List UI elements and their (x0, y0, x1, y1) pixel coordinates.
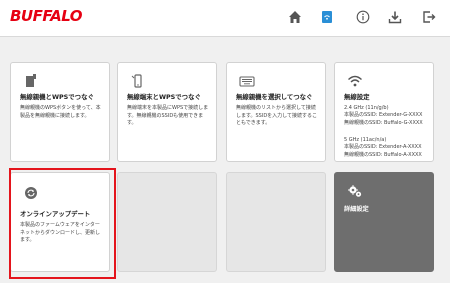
tile-empty (117, 172, 217, 272)
tile-select-ap[interactable]: 無線親機を選択してつなぐ 無線親機のリストから選択して接続します。SSIDを入力… (226, 62, 326, 162)
selection-highlight (9, 168, 116, 279)
download-icon[interactable] (387, 8, 403, 26)
home-icon[interactable] (287, 8, 303, 26)
tile-empty (226, 172, 326, 272)
tile-description: 無線親機のWPSボタンを使って、本製品を無線親機に接続します。 (20, 105, 101, 119)
band-24-parent-ssid: 無線親機のSSID: Buffalo-G-XXXX (344, 119, 423, 126)
smartphone-icon (130, 73, 146, 88)
band-5-parent-ssid: 無線親機のSSID: Buffalo-A-XXXX (344, 151, 422, 158)
tile-advanced-settings[interactable]: 詳細設定 (334, 172, 434, 272)
band-24-status: 2.4 GHz (11n/g/b) 本製品のSSID: Extender-G-X… (344, 105, 429, 127)
band-24-ssid: 本製品のSSID: Extender-G-XXXX (344, 112, 423, 119)
tile-wps-device[interactable]: 無線親機とWPSでつなぐ 無線親機のWPSボタンを使って、本製品を無線親機に接続… (10, 62, 110, 162)
wps-device-icon (23, 73, 39, 87)
tile-title: 無線親機を選択してつなぐ (236, 93, 313, 101)
tile-title: 無線設定 (344, 93, 370, 101)
tile-description: 無線親機のリストから選択して接続します。SSIDを入力して接続することもできます… (236, 105, 318, 127)
keyboard-icon (239, 73, 255, 87)
tile-wireless-settings[interactable]: 無線設定 2.4 GHz (11n/g/b) 本製品のSSID: Extende… (334, 62, 434, 162)
band-5-status: 5 GHz (11ac/n/a) 本製品のSSID: Extender-A-XX… (344, 137, 429, 159)
tile-wps-client[interactable]: 無線端末とWPSでつなぐ 無線端末を本製品にWPSで接続します。無線親機のSSI… (117, 62, 217, 162)
buffalo-logo: BUFFALO (10, 7, 83, 25)
wifi-settings-icon[interactable] (319, 8, 335, 26)
tile-title: 無線親機とWPSでつなぐ (20, 93, 94, 101)
wifi-icon (347, 73, 363, 87)
tile-title: 詳細設定 (344, 206, 369, 213)
info-icon[interactable] (355, 8, 371, 26)
top-bar: BUFFALO (0, 0, 450, 37)
tile-description: 無線端末を本製品にWPSで接続します。無線親機のSSIDも使用できます。 (127, 105, 209, 127)
logout-icon[interactable] (421, 8, 437, 26)
band-5-ssid: 本製品のSSID: Extender-A-XXXX (344, 144, 422, 151)
gears-icon (347, 183, 363, 197)
tile-title: 無線端末とWPSでつなぐ (127, 93, 201, 101)
